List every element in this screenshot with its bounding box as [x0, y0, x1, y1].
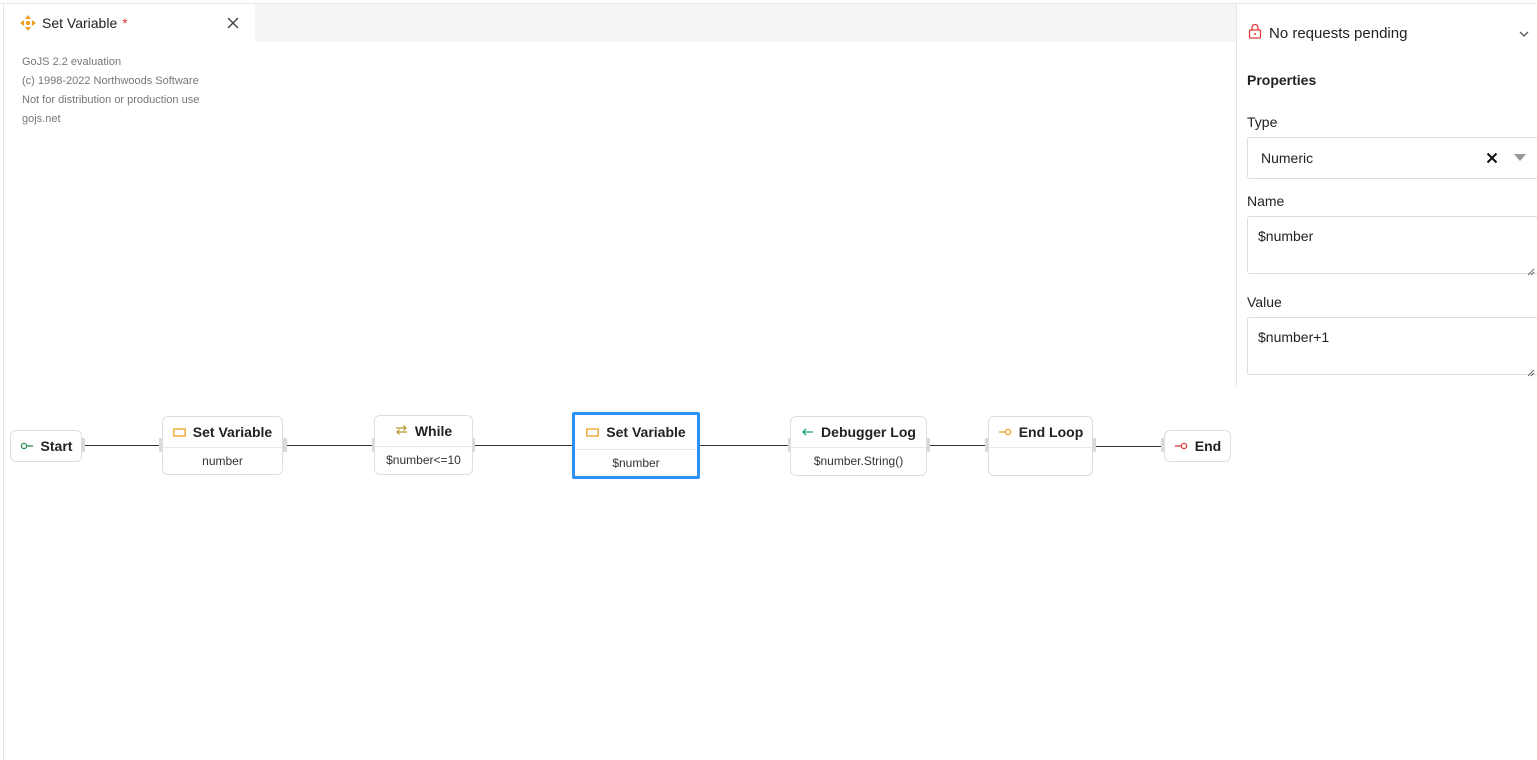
- name-value: $number: [1258, 228, 1314, 244]
- properties-panel: No requests pending Properties Type Nume…: [1236, 4, 1537, 387]
- tab-title: Set Variable: [42, 15, 118, 31]
- node-subtitle: $number: [575, 449, 697, 476]
- node-title: End Loop: [1018, 424, 1084, 440]
- link-endloop-end[interactable]: [1094, 446, 1164, 447]
- gojs-watermark: GoJS 2.2 evaluation (c) 1998-2022 Northw…: [22, 53, 199, 129]
- end-port-icon: [1174, 438, 1188, 454]
- requests-dropdown[interactable]: No requests pending: [1237, 18, 1537, 48]
- clear-icon[interactable]: [1484, 150, 1500, 166]
- start-label: Start: [40, 438, 73, 454]
- value-value: $number+1: [1258, 329, 1330, 345]
- type-label: Type: [1247, 114, 1278, 130]
- name-textarea[interactable]: $number: [1247, 216, 1537, 276]
- value-textarea[interactable]: $number+1: [1247, 317, 1537, 377]
- rectangle-icon: [586, 424, 600, 440]
- node-subtitle: [989, 447, 1092, 474]
- name-label: Name: [1247, 193, 1285, 209]
- end-loop-node[interactable]: End Loop: [988, 416, 1093, 476]
- tab-bar: Set Variable *: [4, 4, 1236, 42]
- node-title: While: [414, 423, 453, 439]
- watermark-line: Not for distribution or production use: [22, 94, 200, 106]
- link-while-setvar[interactable]: [474, 445, 572, 446]
- loop-arrows-icon: [395, 423, 408, 439]
- end-node[interactable]: End: [1164, 430, 1231, 462]
- watermark-line: GoJS 2.2 evaluation: [22, 56, 122, 68]
- requests-label: No requests pending: [1269, 24, 1408, 42]
- move-arrows-icon: [18, 13, 38, 33]
- node-title: Set Variable: [192, 424, 273, 440]
- chevron-down-icon[interactable]: [1518, 27, 1530, 45]
- port[interactable]: [283, 438, 287, 452]
- watermark-line: (c) 1998-2022 Northwoods Software: [22, 75, 199, 87]
- type-value: Numeric: [1261, 150, 1314, 166]
- end-label: End: [1194, 438, 1222, 454]
- link-start-setvar[interactable]: [84, 445, 160, 446]
- while-node[interactable]: While $number<=10: [374, 415, 473, 475]
- node-subtitle: $number<=10: [375, 446, 472, 473]
- start-port-icon: [20, 438, 34, 454]
- node-title: Set Variable: [606, 424, 686, 440]
- debugger-log-node[interactable]: Debugger Log $number.String(): [790, 416, 927, 476]
- close-icon[interactable]: [223, 13, 243, 33]
- left-border: [3, 4, 4, 760]
- lock-icon: [1248, 23, 1262, 44]
- properties-title: Properties: [1247, 72, 1317, 88]
- resize-grip-icon[interactable]: [1527, 263, 1535, 276]
- value-label: Value: [1247, 294, 1282, 310]
- set-variable-node-selected[interactable]: Set Variable $number: [572, 412, 700, 479]
- flow-diagram[interactable]: Start Set Variable number While $number<…: [4, 390, 1236, 510]
- resize-grip-icon[interactable]: [1527, 364, 1535, 377]
- link-setvar-log[interactable]: [700, 445, 790, 446]
- node-subtitle: $number.String(): [791, 447, 926, 474]
- start-node[interactable]: Start: [10, 430, 82, 462]
- link-log-endloop[interactable]: [928, 445, 988, 446]
- type-select[interactable]: Numeric: [1247, 137, 1537, 179]
- link-setvar-while[interactable]: [286, 445, 374, 446]
- set-variable-node[interactable]: Set Variable number: [162, 416, 283, 475]
- unsaved-marker: *: [122, 15, 128, 31]
- arrow-left-icon: [801, 424, 814, 440]
- node-title: Debugger Log: [821, 424, 916, 440]
- end-loop-icon: [998, 424, 1012, 440]
- caret-down-icon[interactable]: [1514, 154, 1526, 161]
- node-subtitle: number: [163, 447, 282, 474]
- tab-set-variable[interactable]: Set Variable *: [4, 4, 255, 42]
- watermark-line: gojs.net: [22, 113, 61, 125]
- rectangle-icon: [172, 424, 186, 440]
